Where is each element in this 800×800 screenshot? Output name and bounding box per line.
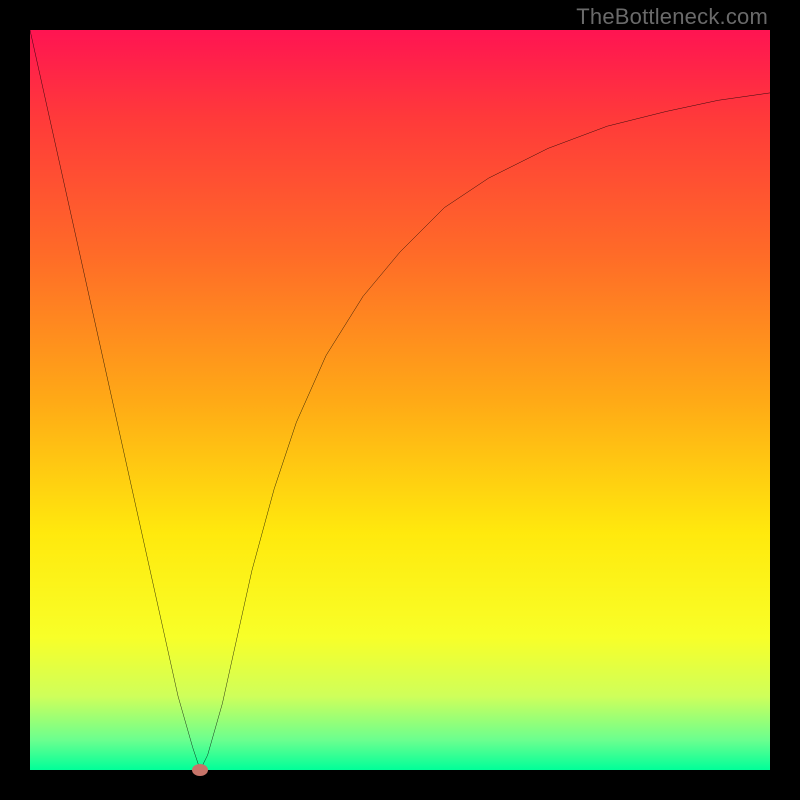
bottleneck-curve: [30, 30, 770, 770]
plot-area: [30, 30, 770, 770]
chart-frame: TheBottleneck.com: [0, 0, 800, 800]
minimum-marker: [192, 764, 208, 776]
watermark-text: TheBottleneck.com: [576, 4, 768, 30]
